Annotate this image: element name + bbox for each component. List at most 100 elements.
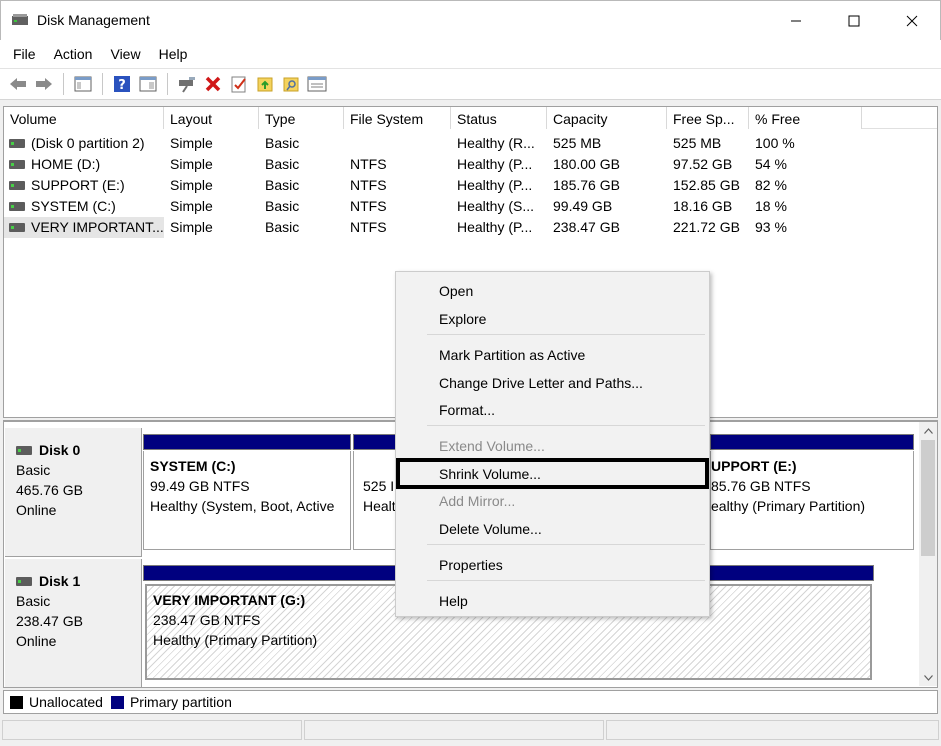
chevron-up-icon (923, 427, 933, 434)
partition-size: 85.76 GB NTFS (711, 478, 811, 494)
back-button[interactable] (6, 72, 30, 96)
maximize-button[interactable] (825, 1, 883, 41)
column-header-layout[interactable]: Layout (164, 107, 259, 129)
table-row[interactable]: (Disk 0 partition 2) Simple Basic Health… (4, 133, 937, 154)
console-tree-icon (74, 76, 92, 92)
menu-action[interactable]: Action (45, 40, 102, 68)
column-header-status[interactable]: Status (451, 107, 547, 129)
table-row[interactable]: HOME (D:) Simple Basic NTFS Healthy (P..… (4, 154, 937, 175)
list-icon (307, 76, 327, 92)
scroll-down-button[interactable] (919, 669, 937, 686)
column-header-free-space[interactable]: Free Sp... (667, 107, 749, 129)
cell-capacity: 99.49 GB (553, 198, 613, 214)
menu-help[interactable]: Help (150, 40, 197, 68)
menu-item-properties[interactable]: Properties (439, 557, 503, 573)
partition-support-e[interactable]: UPPORT (E:) 85.76 GB NTFS ealthy (Primar… (710, 434, 914, 551)
list-button[interactable] (305, 72, 329, 96)
connect-disk-button[interactable] (175, 72, 199, 96)
menu-view[interactable]: View (101, 40, 149, 68)
chevron-down-icon (923, 674, 933, 681)
menu-item-change-drive-letter[interactable]: Change Drive Letter and Paths... (439, 375, 643, 391)
partition-status: Healthy (Primary Partition) (153, 632, 318, 648)
scroll-up-button[interactable] (919, 422, 937, 439)
menu-item-delete-volume[interactable]: Delete Volume... (439, 521, 542, 537)
disk-name: Disk 1 (39, 573, 81, 589)
cell-status: Healthy (P... (457, 177, 533, 193)
drive-icon (9, 181, 25, 190)
title-bar: Disk Management (0, 0, 941, 40)
menu-separator (427, 544, 705, 545)
disk-name: Disk 0 (39, 442, 81, 458)
table-row[interactable]: SYSTEM (C:) Simple Basic NTFS Healthy (S… (4, 196, 937, 217)
status-segment (2, 720, 302, 740)
table-row[interactable]: SUPPORT (E:) Simple Basic NTFS Healthy (… (4, 175, 937, 196)
close-button[interactable] (883, 1, 941, 41)
partition-title: UPPORT (E:) (711, 458, 797, 474)
maximize-icon (848, 15, 860, 27)
menu-item-open[interactable]: Open (439, 283, 473, 299)
legend-swatch (10, 695, 23, 709)
partition-title: SYSTEM (C:) (150, 458, 236, 474)
column-header-capacity[interactable]: Capacity (547, 107, 667, 129)
cell-capacity: 238.47 GB (553, 219, 620, 235)
cell-percent-free: 54 % (755, 156, 787, 172)
cell-free-space: 18.16 GB (673, 198, 733, 214)
delete-button[interactable] (201, 72, 225, 96)
cell-file-system: NTFS (350, 156, 387, 172)
minimize-button[interactable] (767, 1, 825, 41)
menu-file[interactable]: File (4, 40, 45, 68)
folder-search-icon (283, 77, 299, 92)
partition-disk0-partition2[interactable]: 525 I Healt (353, 434, 397, 551)
drive-icon (9, 139, 25, 148)
cell-volume: (Disk 0 partition 2) (31, 135, 145, 151)
delete-icon (205, 76, 221, 92)
column-header-file-system[interactable]: File System (344, 107, 451, 129)
menu-separator (427, 580, 705, 581)
column-header-percent-free[interactable]: % Free (749, 107, 862, 129)
menu-item-format[interactable]: Format... (439, 402, 495, 418)
disk-map-scrollbar[interactable] (919, 422, 937, 686)
folder-up-icon (257, 77, 273, 92)
cell-status: Healthy (S... (457, 198, 535, 214)
check-button[interactable] (227, 72, 251, 96)
toolbar-separator (167, 73, 168, 95)
cell-free-space: 221.72 GB (673, 219, 740, 235)
menu-item-explore[interactable]: Explore (439, 311, 486, 327)
cell-volume: VERY IMPORTANT... (31, 219, 164, 235)
forward-button[interactable] (32, 72, 56, 96)
help-button[interactable]: ? (110, 72, 134, 96)
console-tree-button[interactable] (71, 72, 95, 96)
table-row[interactable]: VERY IMPORTANT... Simple Basic NTFS Heal… (4, 217, 937, 238)
cell-percent-free: 18 % (755, 198, 787, 214)
partition-bar (353, 434, 397, 450)
disk-1-label[interactable]: Disk 1 Basic 238.47 GB Online (5, 559, 142, 688)
menu-item-mark-partition-active[interactable]: Mark Partition as Active (439, 347, 585, 363)
disk-0-label[interactable]: Disk 0 Basic 465.76 GB Online (5, 428, 142, 557)
partition-system-c[interactable]: SYSTEM (C:) 99.49 GB NTFS Healthy (Syste… (143, 434, 351, 551)
legend: Unallocated Primary partition (3, 690, 938, 714)
cell-file-system: NTFS (350, 198, 387, 214)
cell-volume: HOME (D:) (31, 156, 101, 172)
drive-icon (9, 160, 25, 169)
cell-percent-free: 82 % (755, 177, 787, 193)
column-header-volume[interactable]: Volume (4, 107, 164, 129)
cell-layout: Simple (170, 219, 213, 235)
disk-size: 238.47 GB (16, 613, 83, 629)
folder-up-button[interactable] (253, 72, 277, 96)
disk-size: 465.76 GB (16, 482, 83, 498)
partition-status: Healthy (System, Boot, Active (150, 498, 335, 514)
scroll-thumb[interactable] (921, 440, 935, 556)
status-segment (606, 720, 939, 740)
disk-icon (16, 576, 32, 586)
folder-search-button[interactable] (279, 72, 303, 96)
column-header-type[interactable]: Type (259, 107, 344, 129)
menu-item-help[interactable]: Help (439, 593, 468, 609)
cell-free-space: 152.85 GB (673, 177, 740, 193)
legend-primary-partition: Primary partition (110, 694, 232, 710)
disk-type: Basic (16, 462, 51, 478)
cell-percent-free: 93 % (755, 219, 787, 235)
cell-capacity: 180.00 GB (553, 156, 620, 172)
connect-disk-icon (179, 77, 195, 93)
cell-layout: Simple (170, 156, 213, 172)
properties-button[interactable] (136, 72, 160, 96)
